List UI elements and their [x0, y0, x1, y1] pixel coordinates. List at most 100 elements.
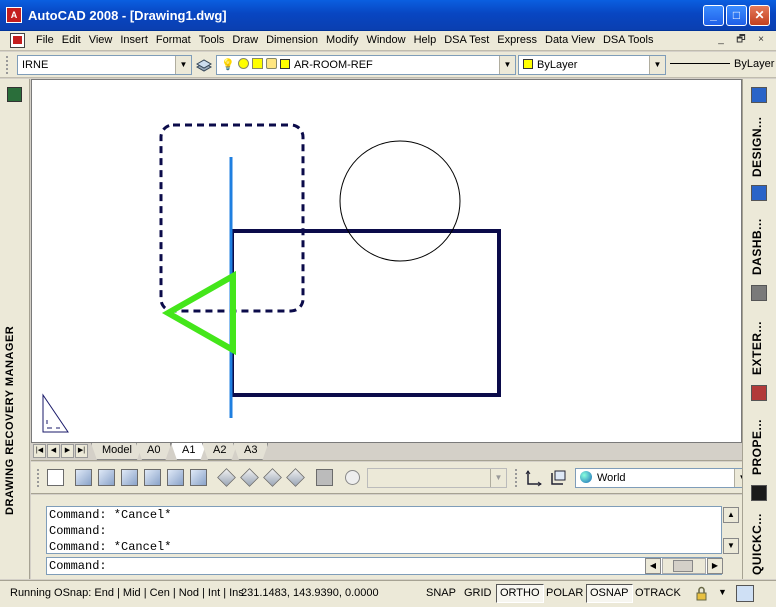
layout-tab-a0[interactable]: A0: [136, 443, 171, 460]
menu-insert[interactable]: Insert: [116, 33, 152, 49]
layer-combo[interactable]: 💡 AR-ROOM-REF ▼: [216, 55, 516, 75]
doc-close-button[interactable]: ×: [754, 34, 768, 47]
menu-data-view[interactable]: Data View: [541, 33, 599, 49]
nw-iso-view-icon[interactable]: [286, 468, 305, 487]
menu-modify[interactable]: Modify: [322, 33, 362, 49]
minimize-button[interactable]: _: [703, 5, 724, 26]
menu-dsa-test[interactable]: DSA Test: [440, 33, 493, 49]
maximize-button[interactable]: □: [726, 5, 747, 26]
close-button[interactable]: ✕: [749, 5, 770, 26]
recovery-manager-icon[interactable]: [7, 87, 22, 102]
layout-tab-a3[interactable]: A3: [233, 443, 268, 460]
window-title: AutoCAD 2008 - [Drawing1.dwg]: [28, 8, 227, 23]
ucs-combo[interactable]: World ▼: [575, 468, 751, 488]
drawing-recovery-panel[interactable]: DRAWING RECOVERY MANAGER: [0, 79, 30, 579]
clean-screen-icon[interactable]: [736, 585, 754, 602]
chevron-down-icon[interactable]: ▼: [499, 56, 515, 74]
front-view-icon[interactable]: [167, 469, 184, 486]
sw-iso-view-icon[interactable]: [217, 468, 236, 487]
last-tab-button[interactable]: ▶|: [75, 444, 88, 458]
layout-tab-a1[interactable]: A1: [171, 443, 206, 460]
command-history[interactable]: Command: *Cancel* Command: Command: *Can…: [46, 506, 722, 554]
toolbar-grip[interactable]: [515, 469, 519, 487]
bottom-view-icon[interactable]: [98, 469, 115, 486]
grid-toggle-button[interactable]: GRID: [460, 584, 496, 603]
chevron-down-icon[interactable]: ▼: [175, 56, 191, 74]
menu-format[interactable]: Format: [152, 33, 195, 49]
menu-bar: File Edit View Insert Format Tools Draw Dimensi…: [0, 31, 776, 51]
document-icon[interactable]: [10, 33, 25, 48]
thick-rectangle[interactable]: [230, 229, 501, 397]
doc-restore-button[interactable]: 🗗: [734, 34, 748, 47]
menu-window[interactable]: Window: [362, 33, 409, 49]
autocad-logo-icon[interactable]: A: [6, 7, 22, 23]
drawing-recovery-manager-title: DRAWING RECOVERY MANAGER: [4, 325, 16, 515]
scroll-down-button[interactable]: ▼: [723, 538, 739, 554]
right-view-icon[interactable]: [144, 469, 161, 486]
command-window: Command: *Cancel* Command: Command: *Can…: [31, 495, 742, 579]
scroll-right-button[interactable]: ▶: [707, 558, 723, 574]
menu-file[interactable]: File: [32, 33, 58, 49]
chevron-down-icon[interactable]: ▼: [649, 56, 665, 74]
layout-tab-a2[interactable]: A2: [202, 443, 237, 460]
ne-iso-view-icon[interactable]: [263, 468, 282, 487]
ucs-value: World: [597, 472, 626, 484]
menu-dsa-tools[interactable]: DSA Tools: [599, 33, 658, 49]
status-bar: Running OSnap: End | Mid | Cen | Nod | I…: [0, 580, 776, 607]
left-view-icon[interactable]: [121, 469, 138, 486]
ucs-manager-icon[interactable]: [549, 469, 567, 487]
menu-help[interactable]: Help: [410, 33, 441, 49]
ortho-toggle-button[interactable]: ORTHO: [496, 584, 544, 603]
text-style-value: IRNE: [22, 59, 49, 71]
menu-view[interactable]: View: [85, 33, 117, 49]
menu-dimension[interactable]: Dimension: [262, 33, 322, 49]
doc-minimize-button[interactable]: _: [714, 34, 728, 47]
next-tab-button[interactable]: ▶: [61, 444, 74, 458]
command-prompt-text: Command:: [49, 559, 107, 573]
menu-draw[interactable]: Draw: [228, 33, 262, 49]
history-line: Command: *Cancel*: [49, 540, 172, 554]
ucs-icon: [42, 393, 69, 433]
color-combo[interactable]: ByLayer ▼: [518, 55, 666, 75]
menu-edit[interactable]: Edit: [58, 33, 85, 49]
named-view-combo[interactable]: ▼: [367, 468, 507, 488]
title-bar[interactable]: A AutoCAD 2008 - [Drawing1.dwg] _ □ ✕: [0, 0, 776, 31]
drawing-svg[interactable]: [32, 80, 742, 443]
ucs-axis-icon[interactable]: [525, 469, 543, 487]
layout-tab-bar: |◀ ◀ ▶ ▶| Model A0 A1 A2 A3: [31, 443, 742, 461]
prev-tab-button[interactable]: ◀: [47, 444, 60, 458]
scroll-left-button[interactable]: ◀: [645, 558, 661, 574]
chevron-down-icon[interactable]: ▼: [490, 469, 506, 487]
lock-icon: [265, 58, 277, 69]
camera-icon[interactable]: [316, 469, 333, 486]
named-views-icon[interactable]: [47, 469, 64, 486]
scroll-up-button[interactable]: ▲: [723, 507, 739, 523]
otrack-toggle-button[interactable]: OTRACK: [631, 584, 685, 603]
top-view-icon[interactable]: [75, 469, 92, 486]
scroll-thumb[interactable]: [673, 560, 693, 572]
circle[interactable]: [339, 140, 461, 262]
layout-tab-model[interactable]: Model: [91, 443, 143, 460]
menu-tools[interactable]: Tools: [195, 33, 229, 49]
layer-manager-icon[interactable]: [195, 57, 213, 73]
coordinate-readout[interactable]: 231.1483, 143.9390, 0.0000: [241, 587, 379, 599]
toolbar-grip[interactable]: [6, 56, 10, 74]
osnap-toggle-button[interactable]: OSNAP: [586, 584, 633, 603]
back-view-icon[interactable]: [190, 469, 207, 486]
lock-icon[interactable]: [694, 586, 709, 601]
linetype-sample: [670, 63, 730, 64]
toolbar-grip[interactable]: [37, 469, 41, 487]
menu-express[interactable]: Express: [493, 33, 541, 49]
triangle[interactable]: [161, 270, 236, 356]
horizontal-scrollbar[interactable]: [662, 558, 706, 574]
command-line-input[interactable]: Command:: [46, 557, 722, 575]
snap-toggle-button[interactable]: SNAP: [422, 584, 460, 603]
drawing-canvas[interactable]: [31, 79, 742, 443]
first-tab-button[interactable]: |◀: [33, 444, 46, 458]
zoom-previous-icon[interactable]: [345, 470, 360, 485]
polar-toggle-button[interactable]: POLAR: [542, 584, 587, 603]
status-menu-arrow-icon[interactable]: ▼: [718, 587, 727, 597]
se-iso-view-icon[interactable]: [240, 468, 259, 487]
palette-tab-quickc[interactable]: QUICKC...: [748, 485, 772, 577]
text-style-combo[interactable]: IRNE ▼: [17, 55, 192, 75]
